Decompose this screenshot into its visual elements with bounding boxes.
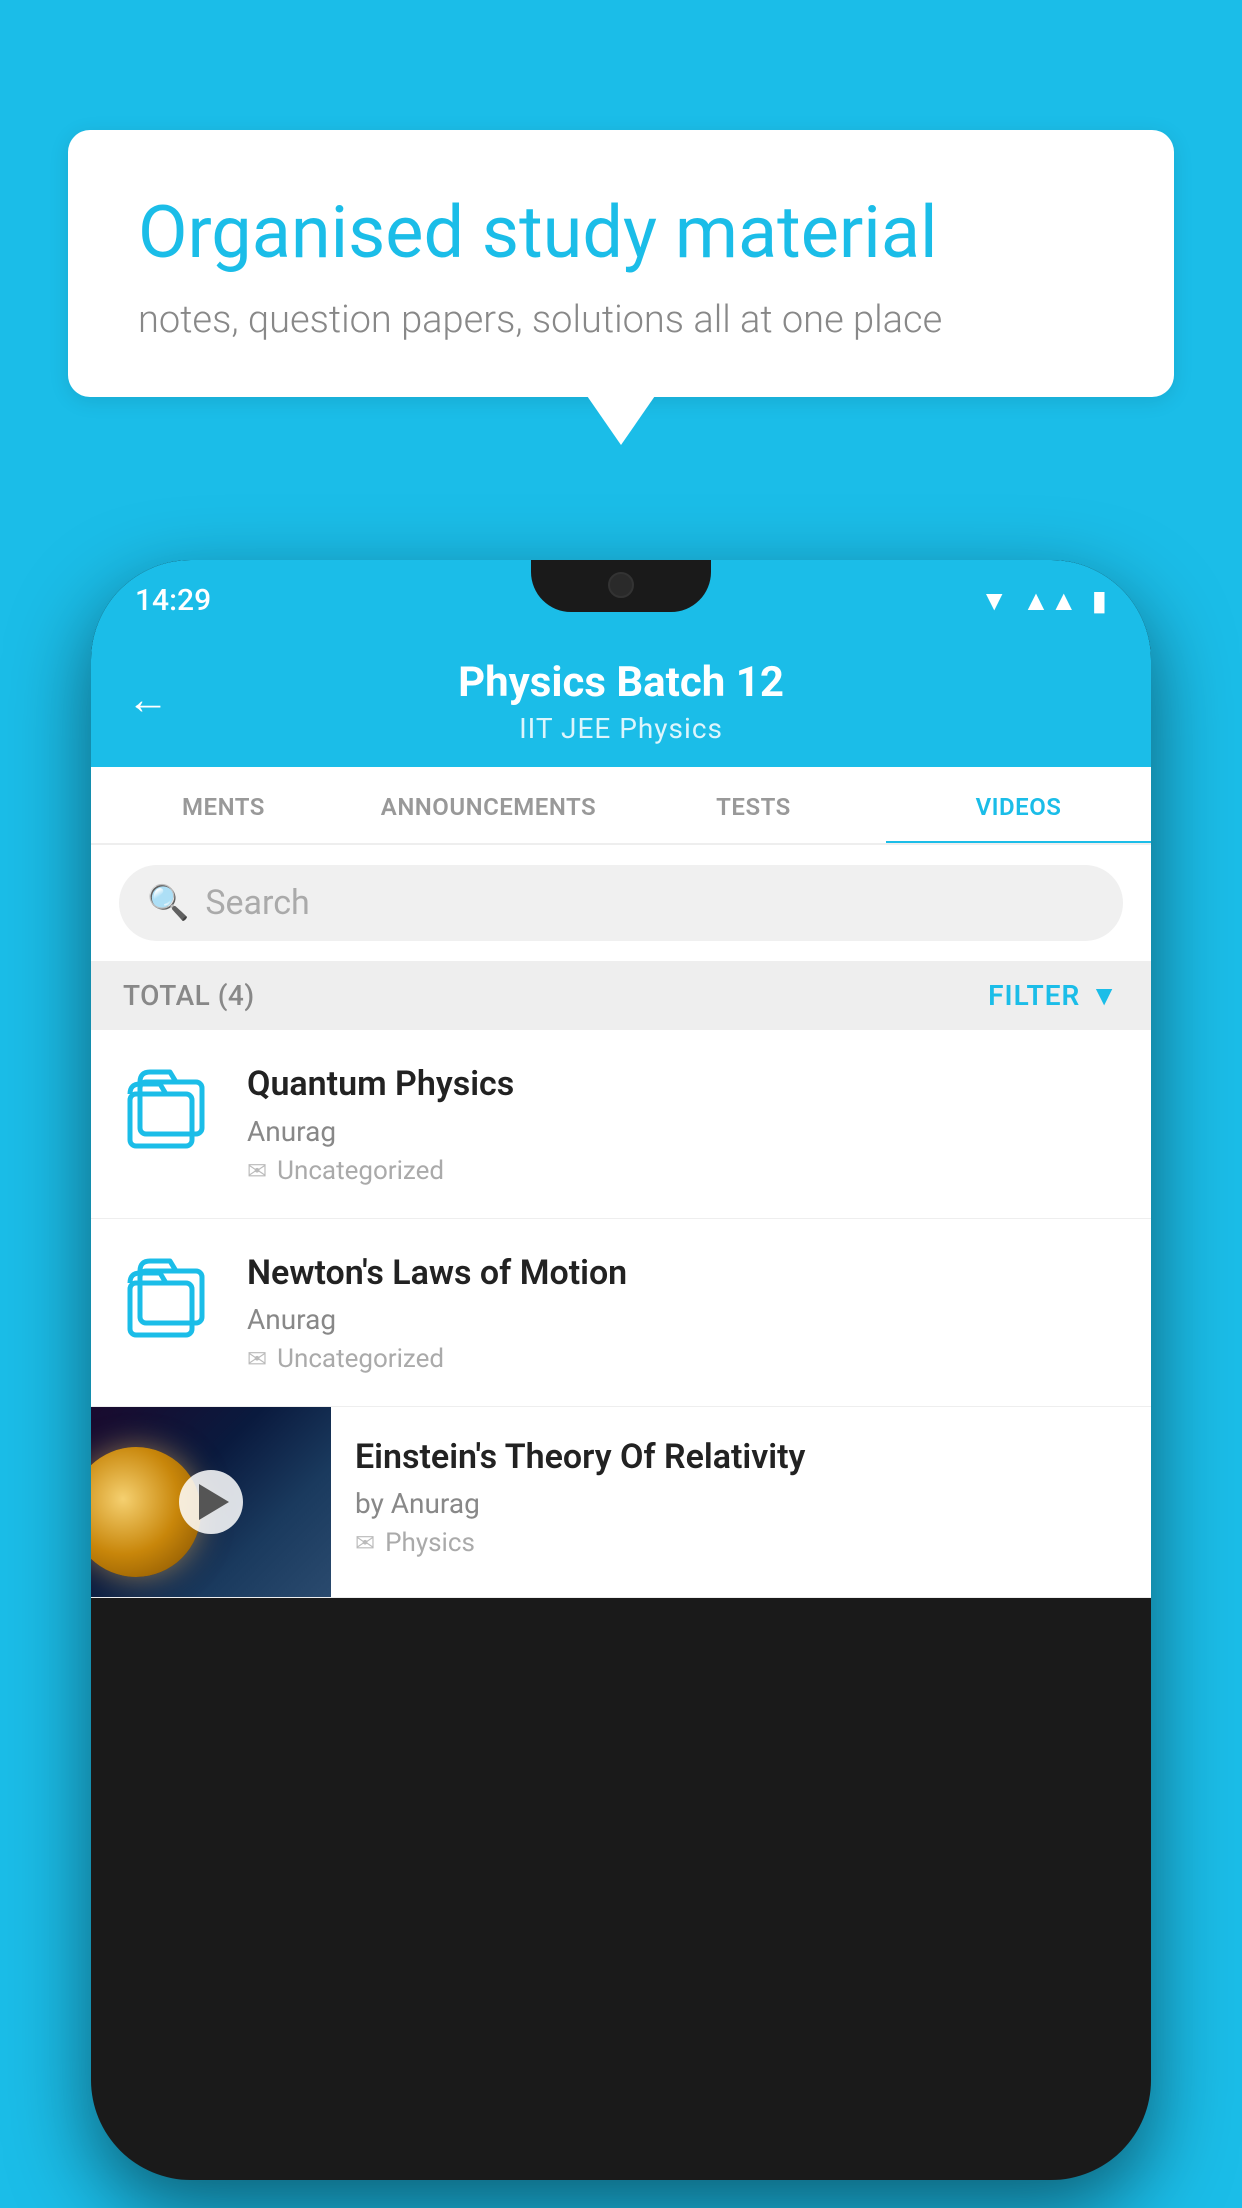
- video-tag-label-2: Physics: [385, 1528, 475, 1558]
- tag-icon-0: ✉: [247, 1157, 267, 1185]
- tab-tests[interactable]: TESTS: [621, 767, 886, 843]
- battery-icon: ▮: [1092, 584, 1107, 617]
- video-thumbnail-1: [119, 1251, 219, 1341]
- folder-icon-0: [124, 1062, 214, 1152]
- video-title-0: Quantum Physics: [247, 1062, 1123, 1106]
- header-subtitle: IIT JEE Physics: [127, 712, 1115, 745]
- phone-screen: 14:29 ▼ ▲▲ ▮ ← Physics Batch 12 IIT JEE …: [91, 560, 1151, 2180]
- video-tag-label-0: Uncategorized: [277, 1156, 444, 1186]
- video-list: Quantum Physics Anurag ✉ Uncategorized: [91, 1030, 1151, 1597]
- screen-content: 🔍 Search TOTAL (4) FILTER ▼: [91, 845, 1151, 2180]
- wifi-icon: ▼: [980, 584, 1008, 617]
- status-icons: ▼ ▲▲ ▮: [980, 584, 1107, 617]
- list-item[interactable]: Quantum Physics Anurag ✉ Uncategorized: [91, 1030, 1151, 1218]
- video-tag-2: ✉ Physics: [355, 1528, 1127, 1558]
- speech-bubble-container: Organised study material notes, question…: [68, 130, 1174, 397]
- bubble-subtitle: notes, question papers, solutions all at…: [138, 298, 1104, 342]
- total-count: TOTAL (4): [123, 979, 255, 1012]
- video-info-0: Quantum Physics Anurag ✉ Uncategorized: [247, 1062, 1123, 1185]
- video-tag-label-1: Uncategorized: [277, 1344, 444, 1374]
- tag-icon-1: ✉: [247, 1345, 267, 1373]
- filter-icon: ▼: [1090, 979, 1119, 1012]
- status-time: 14:29: [135, 583, 211, 618]
- filter-button[interactable]: FILTER ▼: [988, 979, 1119, 1012]
- video-author-2: by Anurag: [355, 1487, 1127, 1520]
- tab-ments[interactable]: MENTS: [91, 767, 356, 843]
- play-icon: [199, 1484, 229, 1520]
- tag-icon-2: ✉: [355, 1529, 375, 1557]
- search-bar-container: 🔍 Search: [91, 845, 1151, 961]
- video-tag-1: ✉ Uncategorized: [247, 1344, 1123, 1374]
- video-thumbnail-2: [91, 1407, 331, 1597]
- search-icon: 🔍: [147, 883, 189, 923]
- video-author-1: Anurag: [247, 1303, 1123, 1336]
- back-button[interactable]: ←: [127, 675, 169, 724]
- video-thumbnail-0: [119, 1062, 219, 1152]
- speech-bubble: Organised study material notes, question…: [68, 130, 1174, 397]
- tab-videos[interactable]: VIDEOS: [886, 767, 1151, 843]
- header-title: Physics Batch 12: [127, 658, 1115, 708]
- phone-notch: [531, 560, 711, 612]
- video-tag-0: ✉ Uncategorized: [247, 1156, 1123, 1186]
- video-title-1: Newton's Laws of Motion: [247, 1251, 1123, 1295]
- tab-bar: MENTS ANNOUNCEMENTS TESTS VIDEOS: [91, 767, 1151, 845]
- front-camera: [608, 572, 634, 598]
- filter-bar: TOTAL (4) FILTER ▼: [91, 961, 1151, 1030]
- phone-frame: 14:29 ▼ ▲▲ ▮ ← Physics Batch 12 IIT JEE …: [91, 560, 1151, 2180]
- video-title-2: Einstein's Theory Of Relativity: [355, 1435, 1127, 1479]
- app-header: ← Physics Batch 12 IIT JEE Physics: [91, 632, 1151, 767]
- filter-label: FILTER: [988, 979, 1080, 1012]
- video-info-1: Newton's Laws of Motion Anurag ✉ Uncateg…: [247, 1251, 1123, 1374]
- play-button-overlay[interactable]: [179, 1470, 243, 1534]
- bubble-title: Organised study material: [138, 190, 1104, 276]
- search-placeholder: Search: [205, 883, 309, 923]
- folder-icon-1: [124, 1251, 214, 1341]
- search-bar[interactable]: 🔍 Search: [119, 865, 1123, 941]
- video-author-0: Anurag: [247, 1115, 1123, 1148]
- tab-announcements[interactable]: ANNOUNCEMENTS: [356, 767, 621, 843]
- list-item[interactable]: Newton's Laws of Motion Anurag ✉ Uncateg…: [91, 1219, 1151, 1407]
- list-item[interactable]: Einstein's Theory Of Relativity by Anura…: [91, 1407, 1151, 1598]
- signal-icon: ▲▲: [1022, 584, 1077, 617]
- video-info-2: Einstein's Theory Of Relativity by Anura…: [331, 1407, 1151, 1586]
